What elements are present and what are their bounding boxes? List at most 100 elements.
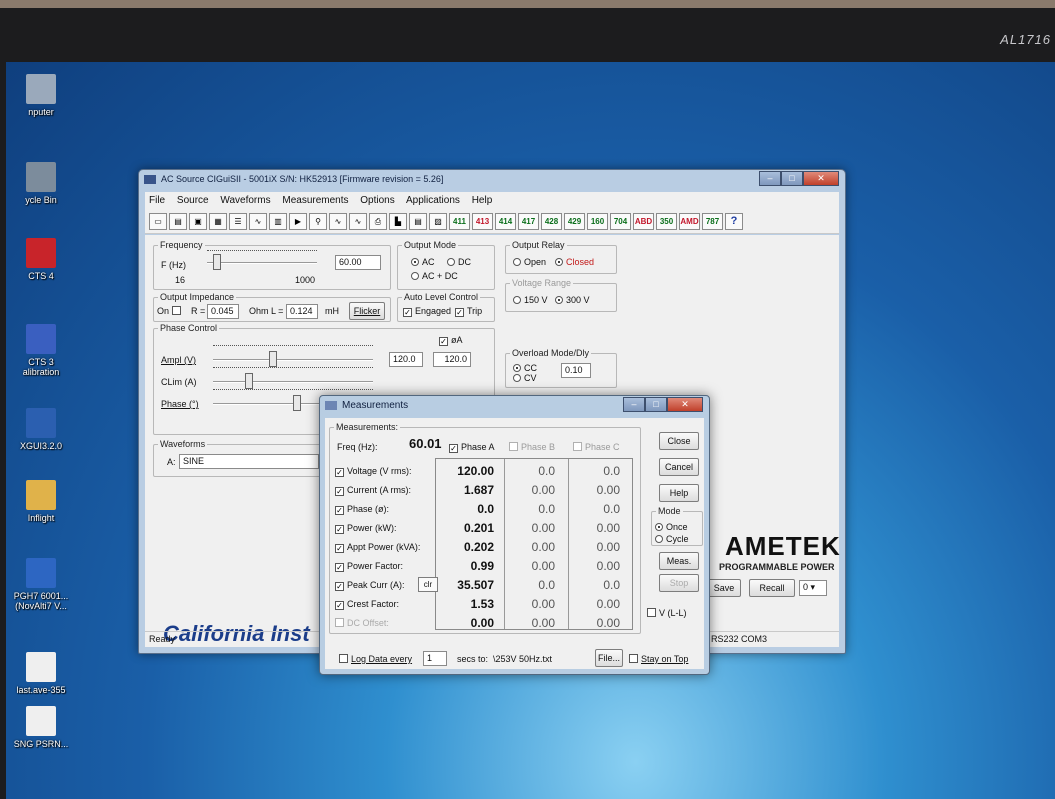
toolbar-model-button[interactable]: 160 [587, 213, 608, 230]
measurement-checkbox[interactable]: ✓ Appt Power (kVA): [335, 542, 420, 553]
file-button[interactable]: File... [595, 649, 623, 667]
toolbar-model-button[interactable]: 414 [495, 213, 516, 230]
close-button[interactable]: ✕ [803, 171, 839, 186]
toolbar-model-button[interactable]: 411 [449, 213, 470, 230]
desktop-icon[interactable]: XGUI3.2.0 [6, 408, 76, 451]
measurement-checkbox[interactable]: ✓ Current (A rms): [335, 485, 411, 496]
mode-dc-radio[interactable]: DC [447, 257, 471, 267]
graph-icon[interactable]: ▥ [269, 213, 287, 230]
engaged-checkbox[interactable]: ✓ Engaged [403, 306, 451, 317]
dialog-maximize-button[interactable]: □ [645, 397, 667, 412]
frequency-slider[interactable] [207, 262, 317, 264]
log-data-checkbox[interactable]: Log Data every [339, 654, 412, 664]
log-interval-input[interactable]: 1 [423, 651, 447, 666]
list-icon[interactable]: ☰ [229, 213, 247, 230]
ampl-set-input[interactable]: 120.0 [389, 352, 423, 367]
notes-icon[interactable]: ▤ [409, 213, 427, 230]
phase-slider-thumb[interactable] [293, 395, 301, 411]
measurement-checkbox[interactable]: ✓ Crest Factor: [335, 599, 399, 610]
measurement-checkbox[interactable]: ✓ Peak Curr (A): [335, 580, 405, 591]
dialog-close-button[interactable]: ✕ [667, 397, 703, 412]
chart-icon[interactable]: ▙ [389, 213, 407, 230]
binoculars-icon[interactable]: ⚲ [309, 213, 327, 230]
toolbar-model-button[interactable]: 704 [610, 213, 631, 230]
printer-icon[interactable]: ⎙ [369, 213, 387, 230]
impedance-r-input[interactable]: 0.045 [207, 304, 239, 319]
waveform-icon[interactable]: ∿ [249, 213, 267, 230]
save-icon[interactable]: ▣ [189, 213, 207, 230]
help-icon[interactable]: ? [725, 213, 743, 230]
cancel-button[interactable]: Cancel [659, 458, 699, 476]
relay-closed-radio[interactable]: Closed [555, 257, 594, 267]
toolbar-model-button[interactable]: 429 [564, 213, 585, 230]
desktop-icon[interactable]: last.ave-355 [6, 652, 76, 695]
desktop-icon[interactable]: CTS 3 alibration [6, 324, 76, 377]
toolbar-model-button[interactable]: 350 [656, 213, 677, 230]
desktop-icon[interactable]: Inflight [6, 480, 76, 523]
save-button[interactable]: Save [707, 579, 741, 597]
clim-slider-thumb[interactable] [245, 373, 253, 389]
menu-waveforms[interactable]: Waveforms [220, 195, 270, 206]
impedance-on-checkbox[interactable]: On [157, 306, 184, 316]
vll-checkbox[interactable]: V (L-L) [647, 608, 687, 618]
menu-options[interactable]: Options [360, 195, 394, 206]
mode-acdc-radio[interactable]: AC + DC [411, 271, 458, 281]
open-icon[interactable]: ▤ [169, 213, 187, 230]
desktop-icon[interactable]: PGH7 6001... (NovAlti7 V... [6, 558, 76, 611]
frequency-input[interactable]: 60.00 [335, 255, 381, 270]
maximize-button[interactable]: □ [781, 171, 803, 186]
range-150-radio[interactable]: 150 V [513, 295, 548, 305]
run-icon[interactable]: ▶ [289, 213, 307, 230]
stay-on-top-checkbox[interactable]: Stay on Top [629, 654, 688, 664]
desktop-icon[interactable]: SNG PSRN... [6, 706, 76, 749]
overload-cv-radio[interactable]: CV [513, 373, 537, 383]
recall-button[interactable]: Recall [749, 579, 795, 597]
menu-measurements[interactable]: Measurements [282, 195, 348, 206]
help-button[interactable]: Help [659, 484, 699, 502]
toolbar-model-button[interactable]: 428 [541, 213, 562, 230]
menu-help[interactable]: Help [472, 195, 493, 206]
waveform-a-input[interactable]: SINE [179, 454, 319, 469]
recall-select[interactable]: 0 ▾ [799, 580, 827, 596]
overload-delay-input[interactable]: 0.10 [561, 363, 591, 378]
clim-slider[interactable] [213, 381, 373, 383]
ampl-slider-thumb[interactable] [269, 351, 277, 367]
measurements-titlebar[interactable]: Measurements – □ ✕ [320, 396, 709, 416]
desktop-icon[interactable]: nputer [6, 74, 76, 117]
menu-applications[interactable]: Applications [406, 195, 460, 206]
measurement-checkbox[interactable]: ✓ Voltage (V rms): [335, 466, 412, 477]
minimize-button[interactable]: – [759, 171, 781, 186]
main-titlebar[interactable]: AC Source CIGuiSII - 5001iX S/N: HK52913… [139, 170, 845, 190]
phase-a-header[interactable]: ✓ Phase A [449, 442, 495, 453]
measurement-checkbox[interactable]: DC Offset: [335, 618, 389, 628]
table-icon[interactable]: ▦ [209, 213, 227, 230]
toolbar-model-button[interactable]: ABD [633, 213, 654, 230]
desktop-icon[interactable]: CTS 4 [6, 238, 76, 281]
meas-button[interactable]: Meas. [659, 552, 699, 570]
harmonics-alt-icon[interactable]: ∿ [349, 213, 367, 230]
phase-a-checkbox[interactable]: ✓ øA [439, 335, 463, 346]
mode-once-radio[interactable]: Once [655, 522, 688, 532]
menu-file[interactable]: File [149, 195, 165, 206]
mode-ac-radio[interactable]: AC [411, 257, 435, 267]
phase-c-header[interactable]: Phase C [573, 442, 620, 452]
close-dialog-button[interactable]: Close [659, 432, 699, 450]
color-chart-icon[interactable]: ▨ [429, 213, 447, 230]
overload-cc-radio[interactable]: CC [513, 363, 537, 373]
new-icon[interactable]: ▭ [149, 213, 167, 230]
trip-checkbox[interactable]: ✓ Trip [455, 306, 482, 317]
dialog-minimize-button[interactable]: – [623, 397, 645, 412]
toolbar-model-button[interactable]: AMD [679, 213, 700, 230]
desktop-icon[interactable]: ycle Bin [6, 162, 76, 205]
frequency-slider-thumb[interactable] [212, 254, 221, 270]
range-300-radio[interactable]: 300 V [555, 295, 590, 305]
toolbar-model-button[interactable]: 787 [702, 213, 723, 230]
impedance-l-input[interactable]: 0.124 [286, 304, 318, 319]
ampl-slider[interactable] [213, 359, 373, 361]
measurement-checkbox[interactable]: ✓ Power Factor: [335, 561, 403, 572]
phase-b-header[interactable]: Phase B [509, 442, 555, 452]
toolbar-model-button[interactable]: 417 [518, 213, 539, 230]
measurement-checkbox[interactable]: ✓ Power (kW): [335, 523, 397, 534]
mode-cycle-radio[interactable]: Cycle [655, 534, 689, 544]
toolbar-model-button[interactable]: 413 [472, 213, 493, 230]
